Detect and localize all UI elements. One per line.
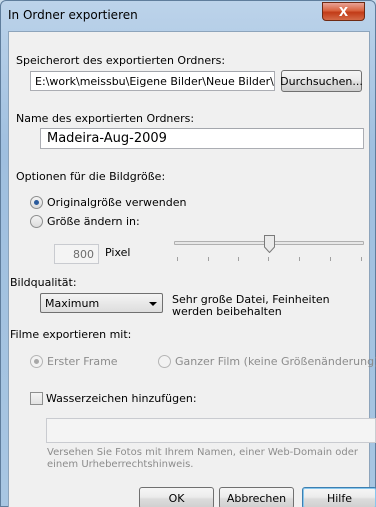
folder-name-input[interactable]: Madeira-Aug-2009 — [40, 128, 364, 149]
slider-tick — [268, 257, 269, 261]
pixel-size-input[interactable]: 800 — [54, 244, 99, 264]
location-label: Speicherort des exportierten Ordners: — [16, 54, 226, 67]
chevron-down-icon — [149, 302, 157, 306]
slider-tick — [238, 257, 239, 261]
quality-selected-value: Maximum — [45, 296, 100, 310]
first-frame-radio[interactable] — [30, 355, 43, 368]
window-title: In Ordner exportieren — [8, 8, 138, 22]
pixel-unit-label: Pixel — [105, 246, 131, 259]
title-bar[interactable]: In Ordner exportieren X — [1, 1, 375, 29]
original-size-radio[interactable] — [30, 196, 43, 209]
help-button[interactable]: Hilfe — [302, 487, 376, 507]
original-size-label: Originalgröße verwenden — [47, 196, 187, 209]
resize-radio[interactable] — [30, 215, 43, 228]
export-dialog-window: In Ordner exportieren X Speicherort des … — [0, 0, 376, 507]
quality-label: Bildqualität: — [10, 276, 77, 289]
watermark-hint: Versehen Sie Fotos mit Ihrem Namen, eine… — [47, 447, 358, 470]
slider-tick — [299, 257, 300, 261]
watermark-label: Wasserzeichen hinzufügen: — [46, 392, 197, 405]
size-options-label: Optionen für die Bildgröße: — [16, 170, 166, 183]
watermark-input[interactable] — [46, 418, 376, 443]
ok-button[interactable]: OK — [139, 487, 214, 507]
quality-select[interactable]: Maximum — [40, 293, 163, 313]
slider-tick — [208, 257, 209, 261]
dialog-body: Speicherort des exportierten Ordners: E:… — [8, 31, 376, 507]
whole-movie-label: Ganzer Film (keine Größenänderung) — [175, 355, 376, 368]
browse-button[interactable]: Durchsuchen... — [280, 70, 363, 92]
movies-label: Filme exportieren mit: — [10, 328, 132, 341]
resize-label: Größe ändern in: — [47, 215, 140, 228]
close-icon: X — [338, 4, 349, 19]
slider-tick — [330, 257, 331, 261]
whole-movie-radio[interactable] — [158, 355, 171, 368]
watermark-checkbox[interactable] — [30, 392, 43, 405]
first-frame-label: Erster Frame — [47, 355, 118, 368]
slider-tick — [177, 257, 178, 261]
slider-thumb[interactable] — [263, 235, 275, 253]
location-path-field[interactable]: E:\work\meissbu\Eigene Bilder\Neue Bilde… — [30, 71, 275, 91]
cancel-button[interactable]: Abbrechen — [219, 487, 294, 507]
close-button[interactable]: X — [322, 2, 365, 21]
slider-tick — [361, 257, 362, 261]
quality-description: Sehr große Datei, Feinheiten werden beib… — [172, 293, 330, 318]
folder-name-label: Name des exportierten Ordners: — [16, 112, 195, 125]
